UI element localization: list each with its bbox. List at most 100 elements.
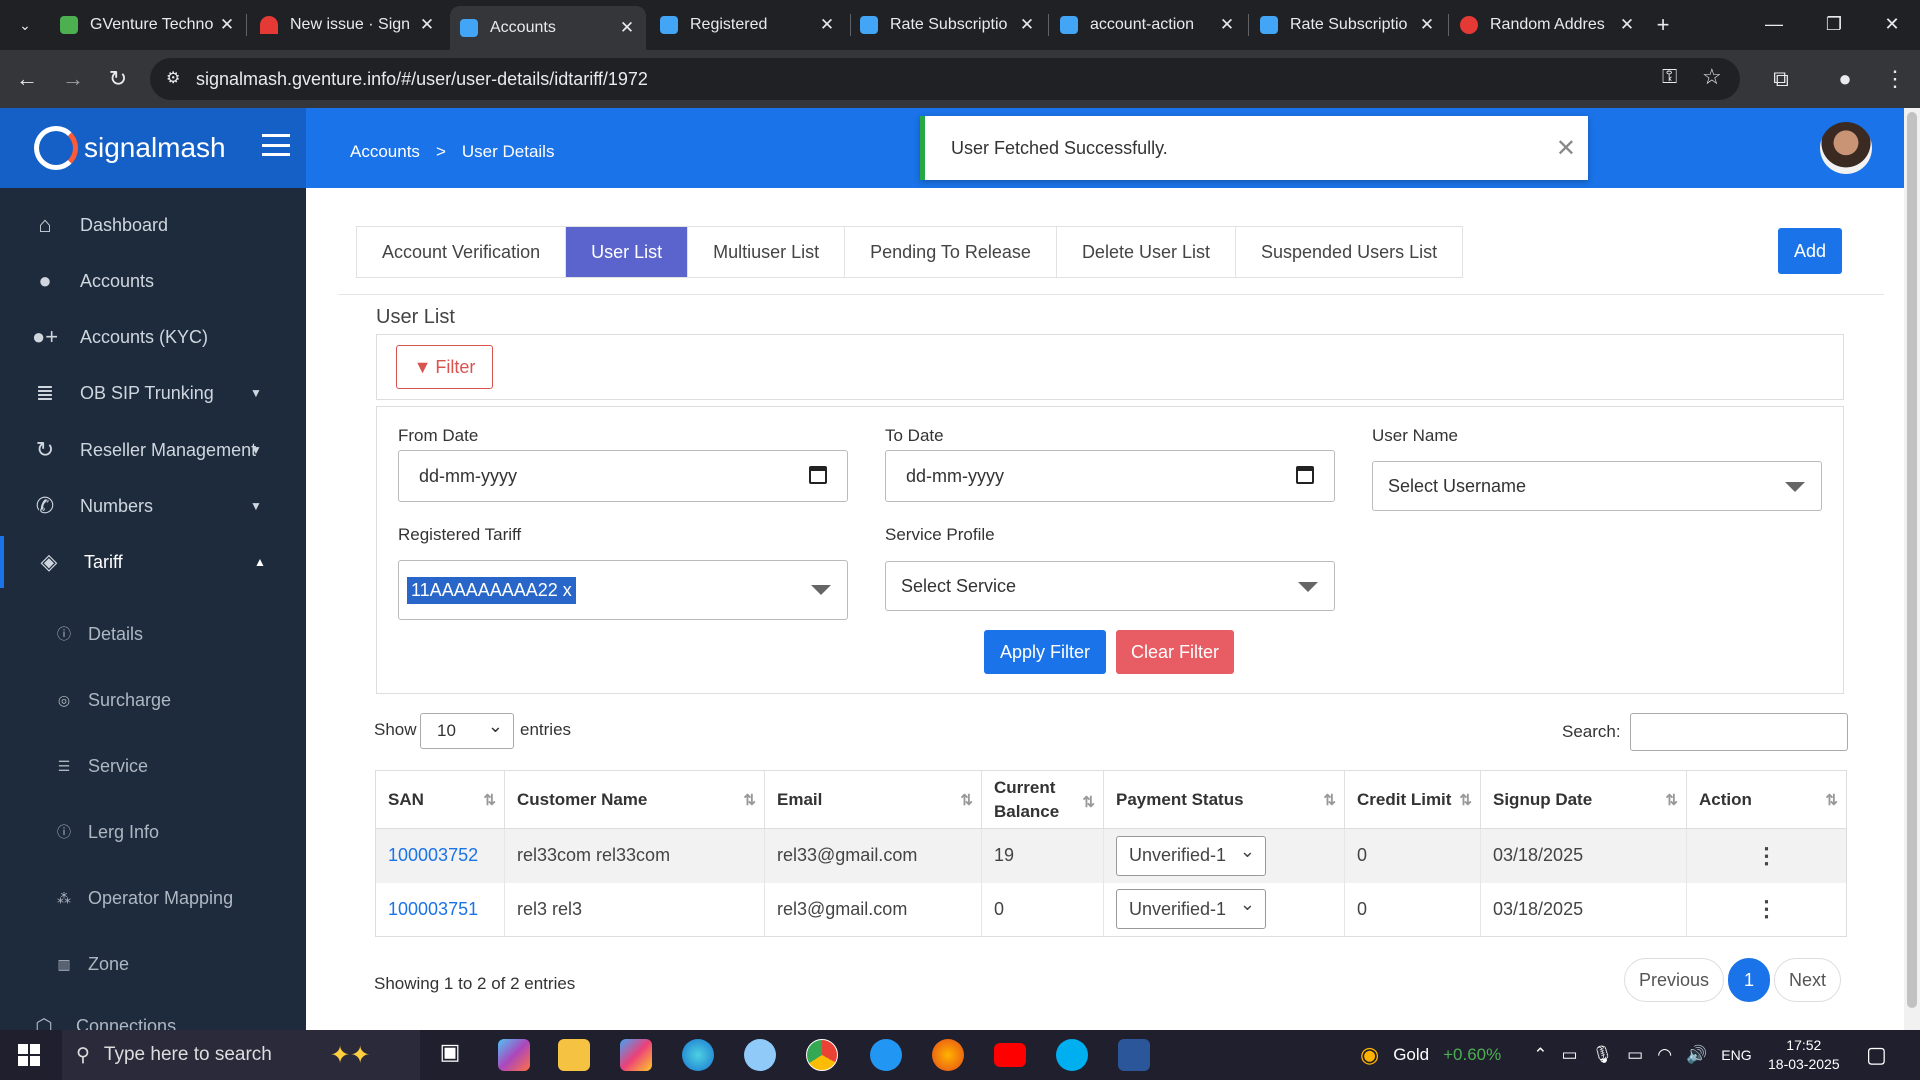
browser-tab-active[interactable]: Accounts ✕ <box>450 6 646 50</box>
tab-multiuser-list[interactable]: Multiuser List <box>688 227 846 277</box>
reload-icon[interactable]: ↻ <box>103 64 133 94</box>
close-icon[interactable]: ✕ <box>618 18 636 38</box>
san-link[interactable]: 100003751 <box>388 899 478 919</box>
restore-icon[interactable]: ❐ <box>1804 0 1864 48</box>
tab-pending-to-release[interactable]: Pending To Release <box>845 227 1057 277</box>
sidebar-item-numbers[interactable]: ✆ Numbers ▼ <box>0 480 306 532</box>
brand-logo[interactable]: signalmash <box>0 108 306 188</box>
registered-tariff-select[interactable]: 11AAAAAAAAA22 x <box>398 560 848 620</box>
minimize-icon[interactable]: — <box>1744 0 1804 48</box>
m365-icon[interactable] <box>620 1039 652 1071</box>
tab-user-list[interactable]: User List <box>566 227 689 277</box>
wifi-icon[interactable]: ◠ <box>1657 1045 1672 1065</box>
sidebar-item-accounts[interactable]: ● Accounts <box>0 255 306 307</box>
sidebar-item-accounts-kyc[interactable]: ●+ Accounts (KYC) <box>0 311 306 363</box>
sort-icon[interactable]: ⇅ <box>1665 791 1678 809</box>
tab-account-verification[interactable]: Account Verification <box>357 227 567 277</box>
back-icon[interactable]: ← <box>12 64 42 94</box>
language-indicator[interactable]: ENG <box>1721 1047 1751 1063</box>
chevron-up-icon[interactable]: ⌃ <box>1533 1045 1547 1065</box>
sidebar-subitem-surcharge[interactable]: ◎ Surcharge <box>0 675 306 725</box>
chip-remove-icon[interactable]: x <box>563 580 572 600</box>
app-icon[interactable] <box>744 1039 776 1071</box>
sort-icon[interactable]: ⇅ <box>1323 791 1336 809</box>
sidebar-subitem-connections[interactable]: ⬡ Connections <box>0 1001 306 1031</box>
sort-icon[interactable]: ⇅ <box>1825 791 1838 809</box>
chrome-icon[interactable] <box>806 1039 838 1071</box>
san-link[interactable]: 100003752 <box>388 845 478 865</box>
browser-tab[interactable]: New issue · Sign ✕ <box>250 8 446 42</box>
close-icon[interactable]: ✕ <box>1218 15 1236 35</box>
column-header-signup-date[interactable]: Signup Date ⇅ <box>1480 770 1687 829</box>
column-header-payment-status[interactable]: Payment Status ⇅ <box>1103 770 1345 829</box>
microphone-icon[interactable]: 🎙 <box>1592 1045 1614 1065</box>
new-tab-icon[interactable]: + <box>1648 10 1678 40</box>
sidebar-subitem-service[interactable]: ☰ Service <box>0 741 306 791</box>
column-header-customer-name[interactable]: Customer Name ⇅ <box>504 770 765 829</box>
forward-icon[interactable]: → <box>58 64 88 94</box>
app-icon[interactable] <box>870 1039 902 1071</box>
task-view-icon[interactable]: ▣ <box>434 1039 466 1071</box>
add-button[interactable]: Add <box>1778 228 1842 274</box>
sort-icon[interactable]: ⇅ <box>743 791 756 809</box>
close-icon[interactable]: ✕ <box>1618 15 1636 35</box>
sort-icon[interactable]: ⇅ <box>1459 791 1472 809</box>
sidebar-subitem-operator-mapping[interactable]: ⁂ Operator Mapping <box>0 873 306 923</box>
page-scrollbar[interactable] <box>1904 108 1920 1030</box>
clear-filter-button[interactable]: Clear Filter <box>1116 630 1234 674</box>
browser-tab[interactable]: Rate Subscriptio ✕ <box>850 8 1046 42</box>
sidebar-item-dashboard[interactable]: ⌂ Dashboard <box>0 199 306 251</box>
column-header-credit-limit[interactable]: Credit Limit ⇅ <box>1344 770 1481 829</box>
clock[interactable]: 17:52 18-03-2025 <box>1768 1036 1840 1074</box>
copilot-app-icon[interactable] <box>498 1039 530 1071</box>
tab-delete-user-list[interactable]: Delete User List <box>1057 227 1236 277</box>
window-close-icon[interactable]: ✕ <box>1862 0 1920 48</box>
close-icon[interactable]: ✕ <box>818 15 836 35</box>
payment-status-select[interactable]: Unverified-1 <box>1116 835 1266 876</box>
filter-button[interactable]: ▼ Filter <box>396 345 493 389</box>
file-explorer-icon[interactable] <box>558 1039 590 1071</box>
close-icon[interactable]: ✕ <box>418 15 436 35</box>
scrollbar-thumb[interactable] <box>1907 112 1917 1008</box>
volume-icon[interactable]: 🔊 <box>1686 1045 1707 1065</box>
hamburger-menu-icon[interactable] <box>262 134 290 156</box>
more-vertical-icon[interactable]: ⋮ <box>1699 896 1834 922</box>
sidebar-subitem-lerg-info[interactable]: ⓘ Lerg Info <box>0 807 306 857</box>
browser-tab[interactable]: Random Addres ✕ <box>1450 8 1646 42</box>
tab-search-icon[interactable]: ⌄ <box>10 10 40 40</box>
menu-icon[interactable]: ⋮ <box>1880 64 1910 94</box>
tray-app-icon[interactable]: ▭ <box>1562 1045 1578 1065</box>
sidebar-subitem-details[interactable]: ⓘ Details <box>0 609 306 659</box>
entries-select[interactable]: 10 <box>420 713 514 749</box>
copilot-sparkle-icon[interactable]: ✦✦ <box>330 1041 370 1070</box>
notifications-icon[interactable]: ▢ <box>1866 1042 1887 1068</box>
username-select[interactable]: Select Username <box>1372 461 1822 511</box>
avatar[interactable] <box>1820 122 1872 174</box>
payment-status-select[interactable]: Unverified-1 <box>1116 889 1266 930</box>
search-input[interactable] <box>1630 713 1848 751</box>
column-header-action[interactable]: Action ⇅ <box>1686 770 1847 829</box>
sort-icon[interactable]: ⇅ <box>960 791 973 809</box>
stock-name[interactable]: Gold <box>1393 1045 1429 1065</box>
column-header-current-balance[interactable]: Current Balance ⇅ <box>981 770 1104 829</box>
battery-icon[interactable]: ▭ <box>1627 1045 1643 1065</box>
sidebar-item-reseller-management[interactable]: ↻ Reseller Management ▼ <box>0 424 306 476</box>
profile-icon[interactable]: ● <box>1830 64 1860 94</box>
word-icon[interactable] <box>1118 1039 1150 1071</box>
column-header-email[interactable]: Email ⇅ <box>764 770 982 829</box>
key-icon[interactable]: ⚿ <box>1662 66 1677 89</box>
tab-suspended-users-list[interactable]: Suspended Users List <box>1236 227 1462 277</box>
calendar-icon[interactable] <box>809 466 827 484</box>
sidebar-item-ob-sip-trunking[interactable]: ≣ OB SIP Trunking ▼ <box>0 367 306 419</box>
sidebar-item-tariff[interactable]: ◈ Tariff ▲ <box>0 536 306 588</box>
service-profile-select[interactable]: Select Service <box>885 561 1335 611</box>
page-1-button[interactable]: 1 <box>1728 958 1771 1002</box>
browser-tab[interactable]: Rate Subscriptio ✕ <box>1250 8 1446 42</box>
browser-tab[interactable]: account-action ✕ <box>1050 8 1246 42</box>
to-date-input[interactable]: dd-mm-yyyy <box>885 450 1335 502</box>
next-page-button[interactable]: Next <box>1774 958 1842 1002</box>
windows-start-icon[interactable] <box>18 1044 40 1066</box>
close-icon[interactable]: ✕ <box>1418 15 1436 35</box>
skype-icon[interactable] <box>1056 1039 1088 1071</box>
sidebar-subitem-zone[interactable]: ▥ Zone <box>0 939 306 989</box>
